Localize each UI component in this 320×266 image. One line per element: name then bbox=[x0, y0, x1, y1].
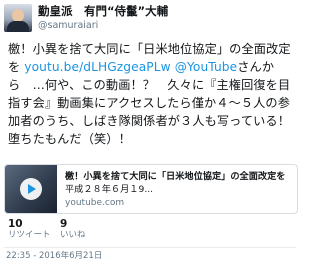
card-domain: youtube.com bbox=[65, 198, 125, 208]
user-display-name[interactable]: 勤皇派 有門“侍鬣”大輔 bbox=[38, 4, 168, 19]
retweet-count: 10 bbox=[8, 218, 23, 230]
link-preview-card[interactable]: 檄！小異を捨て大同に「日米地位協定」の全面改定を 平成２８年６月１9... yo… bbox=[4, 164, 298, 214]
user-handle[interactable]: @samuraiari bbox=[38, 20, 98, 32]
like-stat[interactable]: 9 いいね bbox=[60, 218, 86, 241]
retweet-label: リツイート bbox=[8, 230, 51, 240]
tweet-header: 勤皇派 有門“侍鬣”大輔 @samuraiari bbox=[4, 4, 296, 34]
tweet-stats: 10 リツイート 9 いいね bbox=[8, 218, 292, 244]
avatar-suit bbox=[7, 21, 29, 32]
like-count: 9 bbox=[60, 218, 68, 230]
divider bbox=[4, 247, 296, 248]
tweet-timestamp[interactable]: 22:35 - 2016年6月21日 bbox=[6, 251, 102, 262]
avatar[interactable] bbox=[4, 4, 32, 32]
card-description: 平成２８年６月１9... bbox=[65, 184, 154, 195]
card-title: 檄！小異を捨て大同に「日米地位協定」の全面改定を bbox=[65, 171, 286, 182]
like-label: いいね bbox=[60, 230, 86, 240]
youtube-mention[interactable]: @YouTube bbox=[175, 60, 238, 74]
retweet-stat[interactable]: 10 リツイート bbox=[8, 218, 51, 241]
video-thumbnail[interactable] bbox=[5, 165, 57, 213]
tweet-text: 檄！小異を捨て大同に「日米地位協定」の全面改定を youtu.be/dLHGzg… bbox=[8, 40, 296, 148]
youtube-link[interactable]: youtu.be/dLHGzgeaPLw bbox=[24, 60, 170, 74]
play-icon[interactable] bbox=[20, 178, 42, 200]
